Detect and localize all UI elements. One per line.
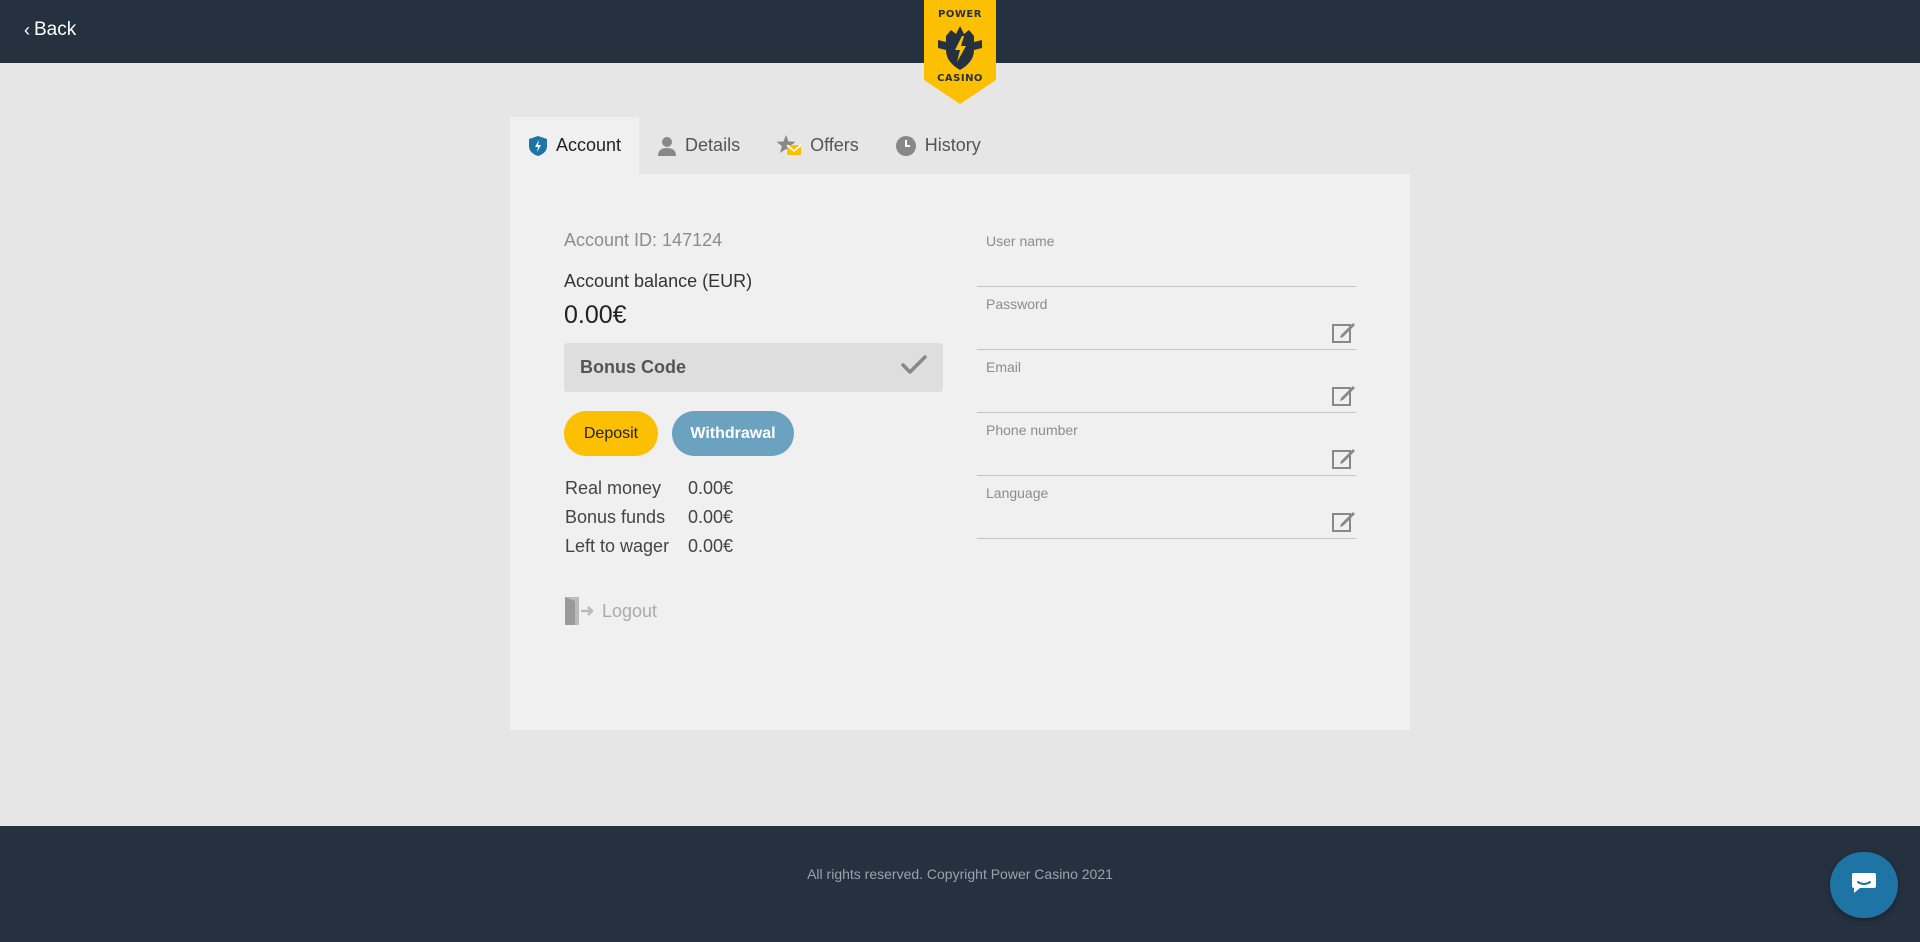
language-label: Language (986, 485, 1049, 501)
bonus-code-label: Bonus Code (580, 357, 686, 377)
logout-door-icon (564, 596, 594, 626)
chevron-left-icon: ‹ (24, 19, 30, 40)
username-label: User name (986, 233, 1055, 249)
fund-row-bonus-funds: Bonus funds 0.00€ (565, 507, 733, 528)
logout-label: Logout (602, 600, 658, 621)
account-id: Account ID: 147124 (564, 230, 723, 250)
fund-row-left-to-wager: Left to wager 0.00€ (565, 536, 733, 557)
tab-details-label: Details (685, 135, 741, 155)
withdrawal-button[interactable]: Withdrawal (672, 411, 794, 456)
footer: All rights reserved. Copyright Power Cas… (0, 826, 1920, 942)
password-field[interactable]: Password (977, 287, 1356, 350)
deposit-button[interactable]: Deposit (564, 411, 658, 456)
logo-text-bottom: CASINO (937, 73, 983, 84)
edit-language-icon[interactable] (1332, 510, 1356, 532)
back-label: Back (34, 19, 77, 40)
tab-history-label: History (924, 135, 981, 155)
edit-phone-icon[interactable] (1332, 447, 1356, 469)
live-chat-button[interactable] (1830, 852, 1898, 918)
language-field[interactable]: Language (977, 476, 1356, 539)
checkmark-icon[interactable] (901, 355, 927, 380)
balance-value: 0.00€ (564, 301, 627, 329)
username-field[interactable]: User name (977, 224, 1356, 287)
tab-history[interactable]: History (877, 117, 999, 174)
phone-field[interactable]: Phone number (977, 413, 1356, 476)
copyright-text: All rights reserved. Copyright Power Cas… (807, 866, 1113, 882)
chat-bubble-icon (1850, 871, 1878, 900)
fund-value: 0.00€ (688, 536, 734, 556)
email-field[interactable]: Email (977, 350, 1356, 413)
power-casino-logo[interactable]: POWER CASINO (924, 0, 996, 104)
fund-label: Real money (565, 478, 662, 498)
tab-offers-label: Offers (810, 135, 859, 155)
password-label: Password (986, 296, 1048, 312)
tab-account-label: Account (556, 135, 622, 155)
account-panel: Account ID: 147124 Account balance (EUR)… (510, 174, 1410, 730)
fund-label: Left to wager (565, 536, 670, 556)
email-label: Email (986, 359, 1022, 375)
fund-value: 0.00€ (688, 478, 734, 498)
star-envelope-icon (776, 134, 802, 158)
fund-value: 0.00€ (688, 507, 734, 527)
edit-password-icon[interactable] (1332, 321, 1356, 343)
clock-icon (895, 135, 917, 157)
shield-lightning-icon (528, 135, 548, 157)
user-icon (657, 135, 677, 157)
balance-label: Account balance (EUR) (564, 271, 753, 291)
account-tabs: Account Details Offers History (510, 117, 999, 174)
logo-text-top: POWER (938, 9, 982, 20)
fund-label: Bonus funds (565, 507, 666, 527)
edit-email-icon[interactable] (1332, 384, 1356, 406)
tab-account[interactable]: Account (510, 117, 640, 174)
tab-offers[interactable]: Offers (758, 117, 877, 174)
logout-button[interactable]: Logout (564, 596, 657, 626)
phone-label: Phone number (986, 422, 1078, 438)
fund-row-real-money: Real money 0.00€ (565, 478, 733, 499)
bonus-code-field[interactable]: Bonus Code (564, 343, 943, 392)
tab-details[interactable]: Details (639, 117, 758, 174)
back-button[interactable]: ‹ Back (24, 19, 76, 41)
